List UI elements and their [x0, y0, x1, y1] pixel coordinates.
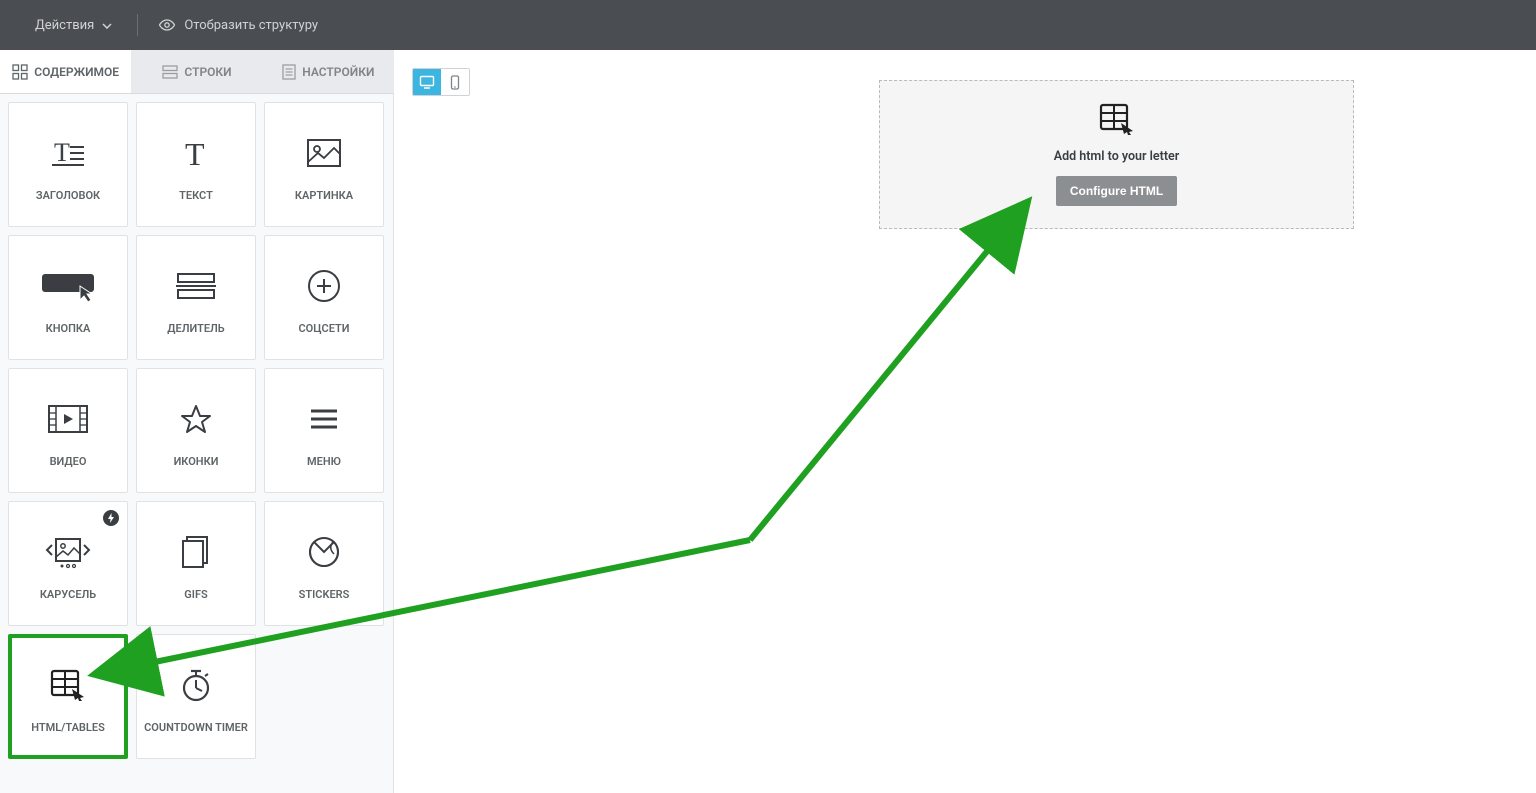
tab-settings[interactable]: НАСТРОЙКИ — [263, 50, 394, 93]
social-icon — [307, 259, 341, 314]
block-button[interactable]: КНОПКА — [8, 235, 128, 360]
content-icon — [12, 64, 28, 80]
block-divider-label: ДЕЛИТЕЛЬ — [163, 322, 228, 336]
block-text[interactable]: T ТЕКСТ — [136, 102, 256, 227]
tab-content[interactable]: СОДЕРЖИМОЕ — [0, 50, 131, 93]
tab-rows-label: СТРОКИ — [184, 65, 231, 79]
svg-text:T: T — [54, 138, 70, 167]
stickers-icon — [308, 525, 340, 580]
eye-icon — [158, 19, 176, 31]
settings-icon — [282, 64, 296, 80]
block-divider[interactable]: ДЕЛИТЕЛЬ — [136, 235, 256, 360]
actions-dropdown[interactable]: Действия — [20, 18, 127, 33]
block-carousel-label: КАРУСЕЛЬ — [36, 588, 100, 602]
topbar: Действия Отобразить структуру — [0, 0, 1536, 50]
mobile-icon — [450, 75, 460, 90]
mobile-view-button[interactable] — [441, 69, 469, 95]
block-icons-label: ИКОНКИ — [170, 455, 223, 469]
button-icon — [40, 259, 96, 314]
canvas: Add html to your letter Configure HTML — [394, 50, 1536, 793]
tab-rows[interactable]: СТРОКИ — [131, 50, 262, 93]
countdown-icon — [181, 658, 211, 713]
block-social[interactable]: СОЦСЕТИ — [264, 235, 384, 360]
svg-text:T: T — [185, 137, 205, 169]
block-text-label: ТЕКСТ — [175, 189, 217, 203]
show-structure-toggle[interactable]: Отобразить структуру — [148, 18, 328, 33]
video-icon — [47, 392, 89, 447]
html-drop-zone[interactable]: Add html to your letter Configure HTML — [879, 80, 1354, 229]
block-countdown[interactable]: COUNTDOWN TIMER — [136, 634, 256, 759]
divider-icon — [174, 259, 218, 314]
block-social-label: СОЦСЕТИ — [294, 322, 353, 336]
block-image-label: КАРТИНКА — [291, 189, 357, 203]
block-html-label: HTML/TABLES — [27, 721, 109, 735]
block-countdown-label: COUNTDOWN TIMER — [140, 721, 252, 735]
block-html-tables[interactable]: HTML/TABLES — [8, 634, 128, 759]
gifs-icon — [181, 525, 211, 580]
star-icon — [180, 392, 212, 447]
panel-tabs: СОДЕРЖИМОЕ СТРОКИ НАСТРОЙКИ — [0, 50, 394, 94]
configure-html-button[interactable]: Configure HTML — [1056, 176, 1177, 206]
desktop-view-button[interactable] — [413, 69, 441, 95]
tab-settings-label: НАСТРОЙКИ — [302, 65, 374, 79]
block-icons[interactable]: ИКОНКИ — [136, 368, 256, 493]
topbar-divider — [137, 14, 138, 36]
block-heading-label: ЗАГОЛОВОК — [32, 189, 104, 203]
menu-icon — [309, 392, 339, 447]
block-menu[interactable]: МЕНЮ — [264, 368, 384, 493]
block-stickers-label: STICKERS — [295, 588, 354, 602]
tab-content-label: СОДЕРЖИМОЕ — [34, 65, 119, 79]
carousel-icon — [44, 525, 92, 580]
image-icon — [306, 126, 342, 181]
block-video-label: ВИДЕО — [46, 455, 91, 469]
block-image[interactable]: КАРТИНКА — [264, 102, 384, 227]
heading-icon: T — [48, 126, 88, 181]
desktop-icon — [419, 75, 435, 89]
side-panel: СОДЕРЖИМОЕ СТРОКИ НАСТРОЙКИ T ЗАГОЛОВОК … — [0, 50, 394, 793]
block-gifs[interactable]: GIFS — [136, 501, 256, 626]
block-video[interactable]: ВИДЕО — [8, 368, 128, 493]
block-carousel[interactable]: КАРУСЕЛЬ — [8, 501, 128, 626]
chevron-down-icon — [102, 18, 112, 33]
block-menu-label: МЕНЮ — [303, 455, 345, 469]
actions-label: Действия — [35, 18, 94, 33]
text-icon: T — [181, 126, 211, 181]
block-heading[interactable]: T ЗАГОЛОВОК — [8, 102, 128, 227]
html-icon — [50, 658, 86, 713]
device-toggle — [412, 68, 470, 96]
rows-icon — [162, 65, 178, 79]
html-dropzone-icon — [1099, 103, 1135, 139]
dropzone-text: Add html to your letter — [1054, 149, 1180, 164]
content-blocks-grid: T ЗАГОЛОВОК T ТЕКСТ КАРТИНКА КНОПКА — [0, 94, 393, 767]
block-stickers[interactable]: STICKERS — [264, 501, 384, 626]
block-button-label: КНОПКА — [42, 322, 95, 336]
amp-badge-icon — [103, 510, 119, 526]
structure-label: Отобразить структуру — [184, 18, 318, 33]
block-gifs-label: GIFS — [180, 588, 211, 602]
